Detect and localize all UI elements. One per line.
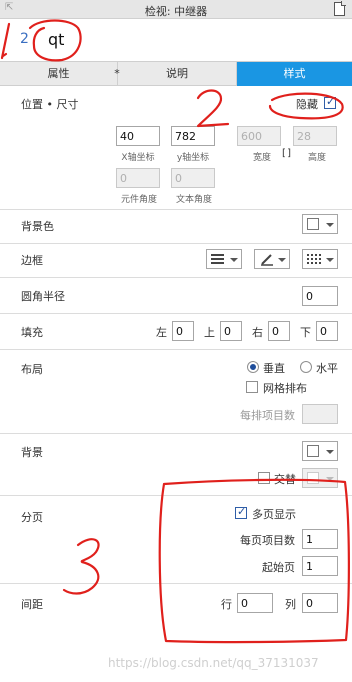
tab-style-label: 样式: [283, 67, 306, 80]
corner-radius-input[interactable]: [302, 286, 338, 306]
dashed-line-icon: [307, 254, 321, 264]
items-per-page-input[interactable]: [302, 529, 338, 549]
text-rotation-label: 文本角度: [175, 195, 212, 205]
start-page-input[interactable]: [302, 556, 338, 576]
items-per-page-label: 每页项目数: [240, 534, 295, 547]
tab-properties-label: 属性: [47, 67, 70, 80]
chevron-down-icon: [326, 258, 334, 262]
border-label: 边框: [21, 254, 43, 267]
column-spacing-label: 列: [285, 598, 296, 611]
panel-title: 检视: 中继器: [144, 5, 208, 18]
x-coordinate-input[interactable]: [116, 126, 160, 146]
items-per-row-input[interactable]: [302, 404, 338, 424]
alternate-color-picker[interactable]: [302, 468, 338, 488]
width-input[interactable]: [237, 126, 281, 146]
color-swatch-icon: [307, 218, 319, 230]
multi-page-checkbox[interactable]: [235, 505, 247, 519]
padding-top-label: 上: [204, 326, 215, 339]
padding-left-input[interactable]: [172, 321, 194, 341]
border-weight-dropdown[interactable]: [206, 249, 242, 269]
corner-radius-label: 圆角半径: [21, 290, 65, 303]
hidden-label: 隐藏: [296, 98, 318, 111]
padding-top-input[interactable]: [220, 321, 242, 341]
background-section: 背景 交替: [0, 434, 352, 496]
tab-notes-label: 说明: [166, 67, 188, 80]
padding-bottom-input[interactable]: [316, 321, 338, 341]
layout-horizontal-label: 水平: [316, 362, 338, 375]
height-input[interactable]: [293, 126, 337, 146]
position-size-section: 位置 • 尺寸 隐藏 X轴坐标 y轴坐标 宽度 [ ] 高度 元件角度 文本角度: [0, 86, 352, 210]
border-style-dropdown[interactable]: [302, 249, 338, 269]
border-color-dropdown[interactable]: [254, 249, 290, 269]
corner-radius-section: 圆角半径: [0, 278, 352, 314]
fill-color-label: 背景色: [21, 220, 54, 233]
layout-section: 布局 垂直 水平 网格排布 每排项目数: [0, 350, 352, 434]
chevron-down-icon: [326, 223, 334, 227]
y-coordinate-input[interactable]: [171, 126, 215, 146]
fill-color-picker[interactable]: [302, 214, 338, 234]
items-per-row-label: 每排项目数: [240, 409, 295, 422]
fill-color-section: 背景色: [0, 210, 352, 244]
spacing-section: 间距 行 列: [0, 584, 352, 620]
line-weight-icon: [211, 254, 224, 264]
grid-layout-checkbox[interactable]: [246, 381, 258, 393]
position-size-label: 位置 • 尺寸: [21, 98, 79, 111]
tab-properties[interactable]: 属性 *: [0, 62, 120, 86]
chevron-down-icon: [326, 450, 334, 454]
padding-right-label: 右: [252, 326, 263, 339]
tab-style[interactable]: 样式: [237, 62, 352, 86]
column-spacing-input[interactable]: [302, 593, 338, 613]
chevron-down-icon: [326, 477, 334, 481]
padding-section: 填充 左 上 右 下: [0, 314, 352, 350]
row-spacing-label: 行: [221, 598, 232, 611]
chevron-down-icon: [230, 258, 238, 262]
padding-right-input[interactable]: [268, 321, 290, 341]
background-color-picker[interactable]: [302, 441, 338, 461]
alternate-color-checkbox[interactable]: [258, 472, 270, 484]
border-section: 边框: [0, 244, 352, 278]
x-coordinate-label: X轴坐标: [121, 153, 155, 163]
alternate-color-label: 交替: [274, 473, 296, 486]
widget-number: 2: [20, 31, 29, 47]
layout-horizontal-radio[interactable]: [300, 361, 312, 373]
document-icon[interactable]: [334, 1, 346, 16]
grid-layout-label: 网格排布: [263, 382, 307, 395]
color-swatch-icon: [307, 445, 319, 457]
layout-label: 布局: [21, 363, 43, 376]
widget-name-field[interactable]: qt: [48, 30, 64, 49]
watermark-text: https://blog.csdn.net/qq_37131037: [108, 656, 319, 670]
paging-section: 分页 多页显示 每页项目数 起始页: [0, 496, 352, 584]
start-page-label: 起始页: [262, 561, 295, 574]
width-label: 宽度: [252, 153, 271, 163]
panel-titlebar: ⇱ 检视: 中继器: [0, 0, 352, 19]
spacing-label: 间距: [21, 598, 43, 611]
rotation-input[interactable]: [116, 168, 160, 188]
text-rotation-input[interactable]: [171, 168, 215, 188]
multi-page-label: 多页显示: [252, 508, 296, 521]
rotation-label: 元件角度: [120, 195, 157, 205]
background-label: 背景: [21, 446, 43, 459]
row-spacing-input[interactable]: [237, 593, 273, 613]
hidden-checkbox[interactable]: [324, 95, 336, 109]
padding-bottom-label: 下: [300, 326, 311, 339]
color-swatch-icon: [307, 472, 319, 484]
pen-icon: [261, 254, 273, 266]
padding-label: 填充: [21, 326, 43, 339]
inspector-tabs: 属性 * 说明 样式: [0, 61, 352, 86]
padding-left-label: 左: [156, 326, 167, 339]
paging-label: 分页: [21, 511, 43, 524]
layout-vertical-radio[interactable]: [247, 361, 259, 373]
layout-vertical-label: 垂直: [263, 362, 285, 375]
aspect-lock-icon[interactable]: [ ]: [282, 148, 291, 159]
tab-notes[interactable]: 说明: [118, 62, 237, 86]
chevron-down-icon: [278, 258, 286, 262]
height-label: 高度: [307, 153, 326, 163]
widget-name-bar: 2 qt: [0, 19, 352, 61]
y-coordinate-label: y轴坐标: [176, 153, 210, 163]
